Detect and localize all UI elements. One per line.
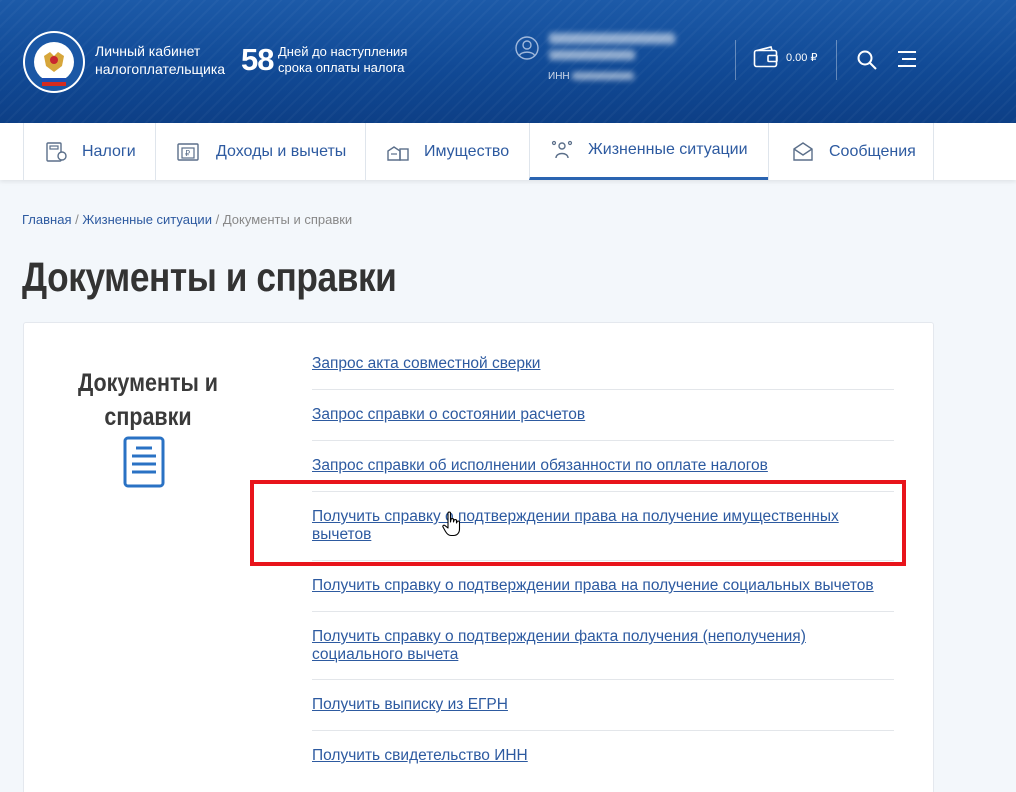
hamburger-menu-icon[interactable] <box>897 49 917 69</box>
page-title: Документы и справки <box>22 254 397 300</box>
highlight-frame <box>250 480 906 566</box>
nav-tab-life-situations[interactable]: Жизненные ситуации <box>529 123 769 180</box>
document-list-icon <box>123 436 165 488</box>
nav-tab-label: Сообщения <box>829 142 916 160</box>
card-side-title: Документы и справки <box>75 366 221 434</box>
search-icon[interactable] <box>856 49 878 71</box>
svg-text:₽: ₽ <box>185 149 190 158</box>
hand-pointer-cursor-icon <box>442 511 461 537</box>
list-divider <box>312 440 894 441</box>
list-divider <box>312 679 894 680</box>
cabinet-title-line2: налогоплательщика <box>95 61 226 77</box>
link-text: Получить выписку из ЕГРН <box>312 696 508 713</box>
days-until-payment-count: 58 <box>241 42 274 77</box>
link-text: Получить справку о подтверждении права н… <box>312 577 874 594</box>
card-side-title-line1: Документы и <box>77 369 219 397</box>
header-divider <box>836 40 837 80</box>
link-inn-certificate[interactable]: Получить свидетельство ИНН <box>312 747 528 765</box>
link-tax-obligation-certificate[interactable]: Запрос справки об исполнении обязанности… <box>312 457 768 475</box>
days-label-line1: Дней до наступления <box>278 44 408 59</box>
link-social-deduction-certificate[interactable]: Получить справку о подтверждении права н… <box>312 577 874 595</box>
envelope-message-icon <box>793 141 813 161</box>
link-text: Запрос справки о состоянии расчетов <box>312 406 586 423</box>
nav-tab-label: Жизненные ситуации <box>588 141 748 158</box>
header-divider <box>735 40 736 80</box>
breadcrumb-separator: / <box>75 212 79 227</box>
account-balance[interactable]: 0.00 ₽ <box>786 51 817 64</box>
site-header: Личный кабинет налогоплательщика 58 Дней… <box>0 0 1016 123</box>
link-text: Запрос справки об исполнении обязанности… <box>312 457 768 474</box>
nav-tab-taxes[interactable]: Налоги <box>23 123 156 180</box>
breadcrumb-current: Документы и справки <box>222 212 353 227</box>
wallet-icon[interactable] <box>753 46 779 68</box>
fns-emblem-logo[interactable] <box>22 30 86 94</box>
list-divider <box>312 389 894 390</box>
property-building-icon <box>387 145 409 161</box>
cabinet-title-line1: Личный кабинет <box>95 43 201 59</box>
main-navigation: Налоги ₽ Доходы и вычеты Имущество Жизне… <box>0 123 1016 180</box>
user-name-redacted <box>549 33 675 44</box>
breadcrumb: Главная / Жизненные ситуации / Документы… <box>22 212 352 227</box>
breadcrumb-home-link[interactable]: Главная <box>22 212 71 227</box>
calculator-coin-icon <box>46 141 67 162</box>
days-until-payment-label: Дней до наступления срока оплаты налога <box>278 44 407 76</box>
link-reconciliation-act[interactable]: Запрос акта совместной сверки <box>312 355 540 373</box>
user-phone-redacted <box>549 50 635 60</box>
link-text: Запрос акта совместной сверки <box>312 355 541 372</box>
link-egrn-extract[interactable]: Получить выписку из ЕГРН <box>312 696 508 714</box>
nav-tab-label: Налоги <box>82 142 136 160</box>
list-divider <box>312 730 894 731</box>
link-text: Получить свидетельство ИНН <box>312 747 528 764</box>
link-social-deduction-fact-certificate[interactable]: Получить справку о подтверждении факта п… <box>312 628 806 664</box>
nav-tab-messages[interactable]: Сообщения <box>768 123 934 180</box>
breadcrumb-separator: / <box>215 212 220 227</box>
nav-end-divider <box>933 123 934 180</box>
inn-value-redacted <box>572 72 634 80</box>
nav-tab-label: Доходы и вычеты <box>216 142 347 160</box>
card-side-title-line2: справки <box>104 403 192 431</box>
people-group-icon <box>551 140 573 159</box>
days-label-line2: срока оплаты налога <box>278 60 405 75</box>
link-settlement-status-certificate[interactable]: Запрос справки о состоянии расчетов <box>312 406 585 424</box>
nav-tab-label: Имущество <box>424 142 510 160</box>
user-avatar-icon[interactable] <box>515 36 539 60</box>
link-text-line2: социального вычета <box>312 646 459 663</box>
list-divider <box>312 611 894 612</box>
nav-tab-property[interactable]: Имущество <box>365 123 530 180</box>
cabinet-title: Личный кабинет налогоплательщика <box>95 42 225 78</box>
ruble-document-icon: ₽ <box>177 142 199 161</box>
breadcrumb-life-situations-link[interactable]: Жизненные ситуации <box>82 212 212 227</box>
inn-label: ИНН <box>548 71 570 82</box>
nav-tab-income-deductions[interactable]: ₽ Доходы и вычеты <box>155 123 366 180</box>
link-text-line1: Получить справку о подтверждении факта п… <box>312 628 806 645</box>
